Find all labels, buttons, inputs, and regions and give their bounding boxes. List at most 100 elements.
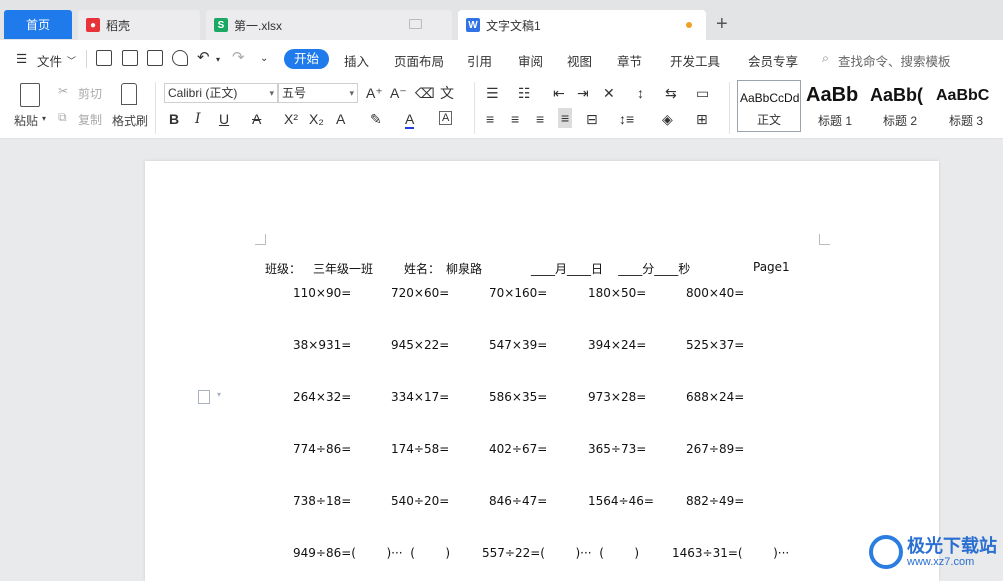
line-spacing-icon[interactable]: ↕≡ bbox=[619, 111, 634, 127]
decrease-indent-icon[interactable]: ⇤ bbox=[553, 85, 565, 101]
bold-icon[interactable]: B bbox=[169, 111, 179, 127]
problem: 547×39= bbox=[489, 338, 548, 352]
problem: 586×35= bbox=[489, 390, 548, 404]
grow-font-icon[interactable]: A⁺ bbox=[366, 85, 383, 101]
font-size-select[interactable]: 五号 ▾ bbox=[278, 83, 358, 103]
print-preview-icon[interactable] bbox=[172, 50, 188, 66]
tab-home[interactable]: 首页 bbox=[4, 10, 72, 39]
problem: 394×24= bbox=[588, 338, 647, 352]
problem: 365÷73= bbox=[588, 442, 647, 456]
paste-icon[interactable] bbox=[20, 83, 40, 107]
menu-developer[interactable]: 开发工具 bbox=[670, 51, 720, 70]
tab-home-label: 首页 bbox=[25, 18, 50, 32]
paste-dropdown-icon[interactable]: ▾ bbox=[42, 114, 46, 123]
style-heading3[interactable]: AaBbC 标题 3 bbox=[934, 80, 998, 132]
problem: 949÷86=( )··· ( ) bbox=[293, 546, 451, 560]
italic-icon[interactable]: I bbox=[195, 111, 201, 127]
chevron-down-icon: ▾ bbox=[269, 88, 274, 98]
menu-insert[interactable]: 插入 bbox=[344, 51, 369, 70]
chevron-down-icon: ▾ bbox=[349, 88, 354, 98]
problem: 402÷67= bbox=[489, 442, 548, 456]
undo-dropdown-icon[interactable]: ▾ bbox=[216, 55, 220, 64]
distributed-icon[interactable]: ⊟ bbox=[586, 111, 598, 127]
borders-icon[interactable]: ⊞ bbox=[696, 111, 708, 127]
sort-icon[interactable]: ⇆ bbox=[665, 85, 677, 101]
format-painter-icon[interactable] bbox=[121, 83, 137, 105]
align-center-icon[interactable]: ≡ bbox=[511, 111, 519, 127]
problem: 774÷86= bbox=[293, 442, 352, 456]
page-number: Page1 bbox=[753, 260, 790, 274]
char-border-icon[interactable]: A bbox=[439, 111, 453, 125]
shading-icon[interactable]: ◈ bbox=[662, 111, 673, 127]
menu-review[interactable]: 审阅 bbox=[518, 51, 543, 70]
chevron-down-icon[interactable]: ﹀ bbox=[67, 54, 76, 67]
redo-icon[interactable]: ↷ bbox=[232, 48, 245, 66]
strikethrough-icon[interactable]: A bbox=[252, 111, 261, 127]
tab-document[interactable]: W 文字文稿1 bbox=[458, 10, 706, 40]
problem: 738÷18= bbox=[293, 494, 352, 508]
superscript-icon[interactable]: X² bbox=[284, 111, 298, 127]
phonetic-icon[interactable]: 文 bbox=[440, 85, 454, 101]
export-pdf-icon[interactable] bbox=[122, 50, 138, 66]
menu-view[interactable]: 视图 bbox=[567, 51, 592, 70]
style-heading1[interactable]: AaBb 标题 1 bbox=[804, 80, 866, 132]
save-icon[interactable] bbox=[96, 50, 112, 66]
unsaved-dot-icon bbox=[686, 22, 692, 28]
menu-page-layout[interactable]: 页面布局 bbox=[394, 51, 444, 70]
highlight-icon[interactable]: ✎ bbox=[370, 111, 382, 127]
style-normal[interactable]: AaBbCcDd 正文 bbox=[737, 80, 801, 132]
search-icon: ⌕ bbox=[822, 51, 830, 65]
hamburger-icon[interactable]: ☰ bbox=[16, 51, 27, 66]
menu-member[interactable]: 会员专享 bbox=[748, 51, 798, 70]
undo-icon[interactable]: ↶ bbox=[197, 48, 210, 66]
problem: 800×40= bbox=[686, 286, 745, 300]
justify-icon[interactable]: ≡ bbox=[558, 108, 573, 128]
problem: 973×28= bbox=[588, 390, 647, 404]
shrink-font-icon[interactable]: A⁻ bbox=[390, 85, 407, 101]
align-left-icon[interactable]: ≡ bbox=[486, 111, 494, 127]
problem: 38×931= bbox=[293, 338, 352, 352]
problem: 525×37= bbox=[686, 338, 745, 352]
align-right-icon[interactable]: ≡ bbox=[536, 111, 544, 127]
subscript-icon[interactable]: X₂ bbox=[309, 111, 324, 127]
chinese-layout-icon[interactable]: ✕ bbox=[603, 85, 615, 101]
problem: 174÷58= bbox=[391, 442, 450, 456]
writer-icon: W bbox=[466, 18, 480, 32]
format-painter-button[interactable]: 格式刷 bbox=[112, 112, 148, 129]
command-search[interactable]: 查找命令、搜索模板 bbox=[838, 51, 951, 70]
text-effect-icon[interactable]: A bbox=[336, 111, 345, 127]
paragraph-handle-icon[interactable] bbox=[198, 390, 210, 404]
tab-daoke[interactable]: ● 稻壳 bbox=[78, 10, 200, 40]
menu-section[interactable]: 章节 bbox=[617, 51, 642, 70]
document-area[interactable]: 班级： 三年级一班 姓名： 柳泉路 ____月____日 ____分____秒 … bbox=[0, 139, 1003, 581]
print-icon[interactable] bbox=[147, 50, 163, 66]
bullet-list-icon[interactable]: ☰ bbox=[486, 85, 499, 101]
numbered-list-icon[interactable]: ☷ bbox=[518, 85, 531, 101]
text-direction-icon[interactable]: ↕ bbox=[637, 85, 644, 101]
show-marks-icon[interactable]: ▭ bbox=[696, 85, 709, 101]
font-name-select[interactable]: Calibri (正文) ▾ bbox=[164, 83, 278, 103]
monitor-icon[interactable] bbox=[409, 19, 422, 29]
font-color-icon[interactable]: A bbox=[405, 111, 415, 129]
style-heading2[interactable]: AaBb( 标题 2 bbox=[868, 80, 932, 132]
problem: 264×32= bbox=[293, 390, 352, 404]
paste-button[interactable]: 粘贴 bbox=[14, 112, 38, 129]
problem: 945×22= bbox=[391, 338, 450, 352]
divider bbox=[474, 82, 475, 134]
underline-icon[interactable]: U bbox=[219, 111, 229, 127]
new-tab-button[interactable]: + bbox=[716, 14, 728, 34]
chevron-down-icon[interactable]: ▾ bbox=[217, 390, 221, 399]
daoke-icon: ● bbox=[86, 18, 100, 32]
menu-start[interactable]: 开始 bbox=[284, 49, 330, 69]
file-menu[interactable]: 文件 bbox=[37, 51, 62, 70]
menu-references[interactable]: 引用 bbox=[467, 51, 492, 70]
increase-indent-icon[interactable]: ⇥ bbox=[577, 85, 589, 101]
tab-spreadsheet[interactable]: S 第一.xlsx bbox=[206, 10, 452, 40]
document-page[interactable]: 班级： 三年级一班 姓名： 柳泉路 ____月____日 ____分____秒 … bbox=[145, 161, 939, 581]
problem: 882÷49= bbox=[686, 494, 745, 508]
copy-button[interactable]: 复制 bbox=[78, 111, 102, 128]
more-icon[interactable]: ⌄ bbox=[260, 53, 268, 64]
watermark-url: www.xz7.com bbox=[907, 556, 975, 568]
clear-format-icon[interactable]: ⌫ bbox=[415, 85, 435, 101]
cut-button[interactable]: 剪切 bbox=[78, 85, 102, 102]
